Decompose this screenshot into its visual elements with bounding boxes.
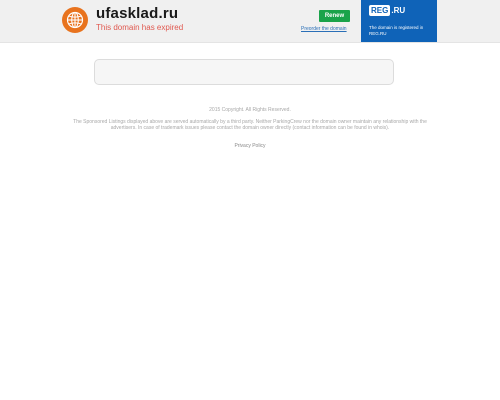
reg-logo-suffix: .RU	[391, 6, 406, 15]
renew-button[interactable]: Renew	[319, 10, 350, 22]
preorder-link[interactable]: Preorder the domain	[301, 26, 347, 32]
globe-icon	[62, 7, 88, 33]
reg-ru-logo: REG .RU	[369, 5, 405, 16]
privacy-policy-link[interactable]: Privacy Policy	[0, 143, 500, 149]
disclaimer-text: The Sponsored Listings displayed above a…	[73, 119, 427, 131]
parked-domain-page: ufasklad.ru This domain has expired Rene…	[0, 0, 500, 400]
sponsored-listings-box	[94, 59, 394, 85]
registrar-caption: The domain is registered in REG.RU	[369, 25, 424, 36]
header: ufasklad.ru This domain has expired Rene…	[0, 0, 500, 43]
reg-logo-box: REG	[369, 5, 391, 16]
copyright-text: 2015 Copyright. All Rights Reserved.	[209, 107, 291, 113]
expired-status: This domain has expired	[96, 23, 184, 32]
domain-name: ufasklad.ru	[96, 5, 179, 22]
registrar-panel[interactable]: REG .RU The domain is registered in REG.…	[361, 0, 437, 42]
